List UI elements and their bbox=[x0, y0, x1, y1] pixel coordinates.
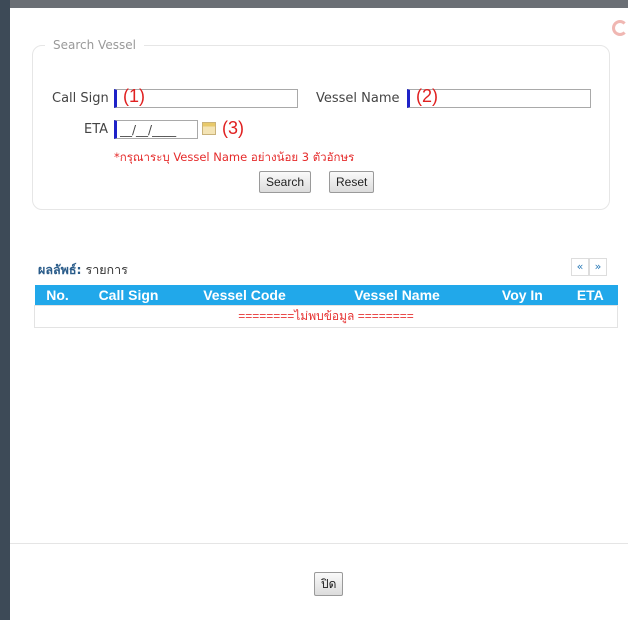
search-vessel-modal: Search Vessel Call Sign (1) Vessel Name … bbox=[10, 8, 628, 620]
eta-label: ETA bbox=[84, 122, 109, 137]
column-vessel-code: Vessel Code bbox=[176, 285, 313, 306]
results-table: No. Call Sign Vessel Code Vessel Name Vo… bbox=[34, 285, 618, 328]
close-icon[interactable] bbox=[612, 20, 628, 36]
results-label-bold: ผลลัพธ์: bbox=[38, 262, 82, 277]
backdrop-top bbox=[0, 0, 628, 8]
column-eta: ETA bbox=[563, 285, 618, 306]
annotation-3: (3) bbox=[222, 118, 244, 138]
vessel-name-warning: *กรุณาระบุ Vessel Name อย่างน้อย 3 ตัวอั… bbox=[114, 150, 355, 164]
close-button[interactable]: ปิด bbox=[314, 572, 344, 596]
results-label: ผลลัพธ์: รายการ bbox=[38, 260, 128, 280]
column-voy-in: Voy In bbox=[481, 285, 564, 306]
call-sign-label: Call Sign bbox=[52, 91, 109, 106]
reset-button[interactable]: Reset bbox=[329, 171, 375, 193]
backdrop-left bbox=[0, 0, 10, 620]
eta-date-input[interactable] bbox=[114, 120, 198, 139]
results-header-row: No. Call Sign Vessel Code Vessel Name Vo… bbox=[34, 285, 618, 306]
table-row: ========ไม่พบข้อมูล ======== bbox=[34, 305, 618, 328]
search-button[interactable]: Search bbox=[259, 171, 312, 193]
vessel-name-label: Vessel Name bbox=[316, 91, 400, 106]
calendar-icon[interactable] bbox=[202, 122, 216, 135]
pager-prev-button[interactable]: « bbox=[571, 258, 589, 276]
pager: « » bbox=[571, 258, 607, 276]
column-call-sign: Call Sign bbox=[80, 285, 177, 306]
column-no: No. bbox=[34, 285, 81, 306]
search-vessel-legend: Search Vessel bbox=[53, 38, 136, 52]
annotation-2: (2) bbox=[416, 86, 438, 106]
pager-next-button[interactable]: » bbox=[589, 258, 607, 276]
column-vessel-name: Vessel Name bbox=[312, 285, 482, 306]
footer-divider bbox=[10, 543, 628, 544]
results-label-text: รายการ bbox=[85, 262, 128, 277]
annotation-1: (1) bbox=[123, 86, 145, 106]
empty-message: ========ไม่พบข้อมูล ======== bbox=[34, 305, 618, 328]
